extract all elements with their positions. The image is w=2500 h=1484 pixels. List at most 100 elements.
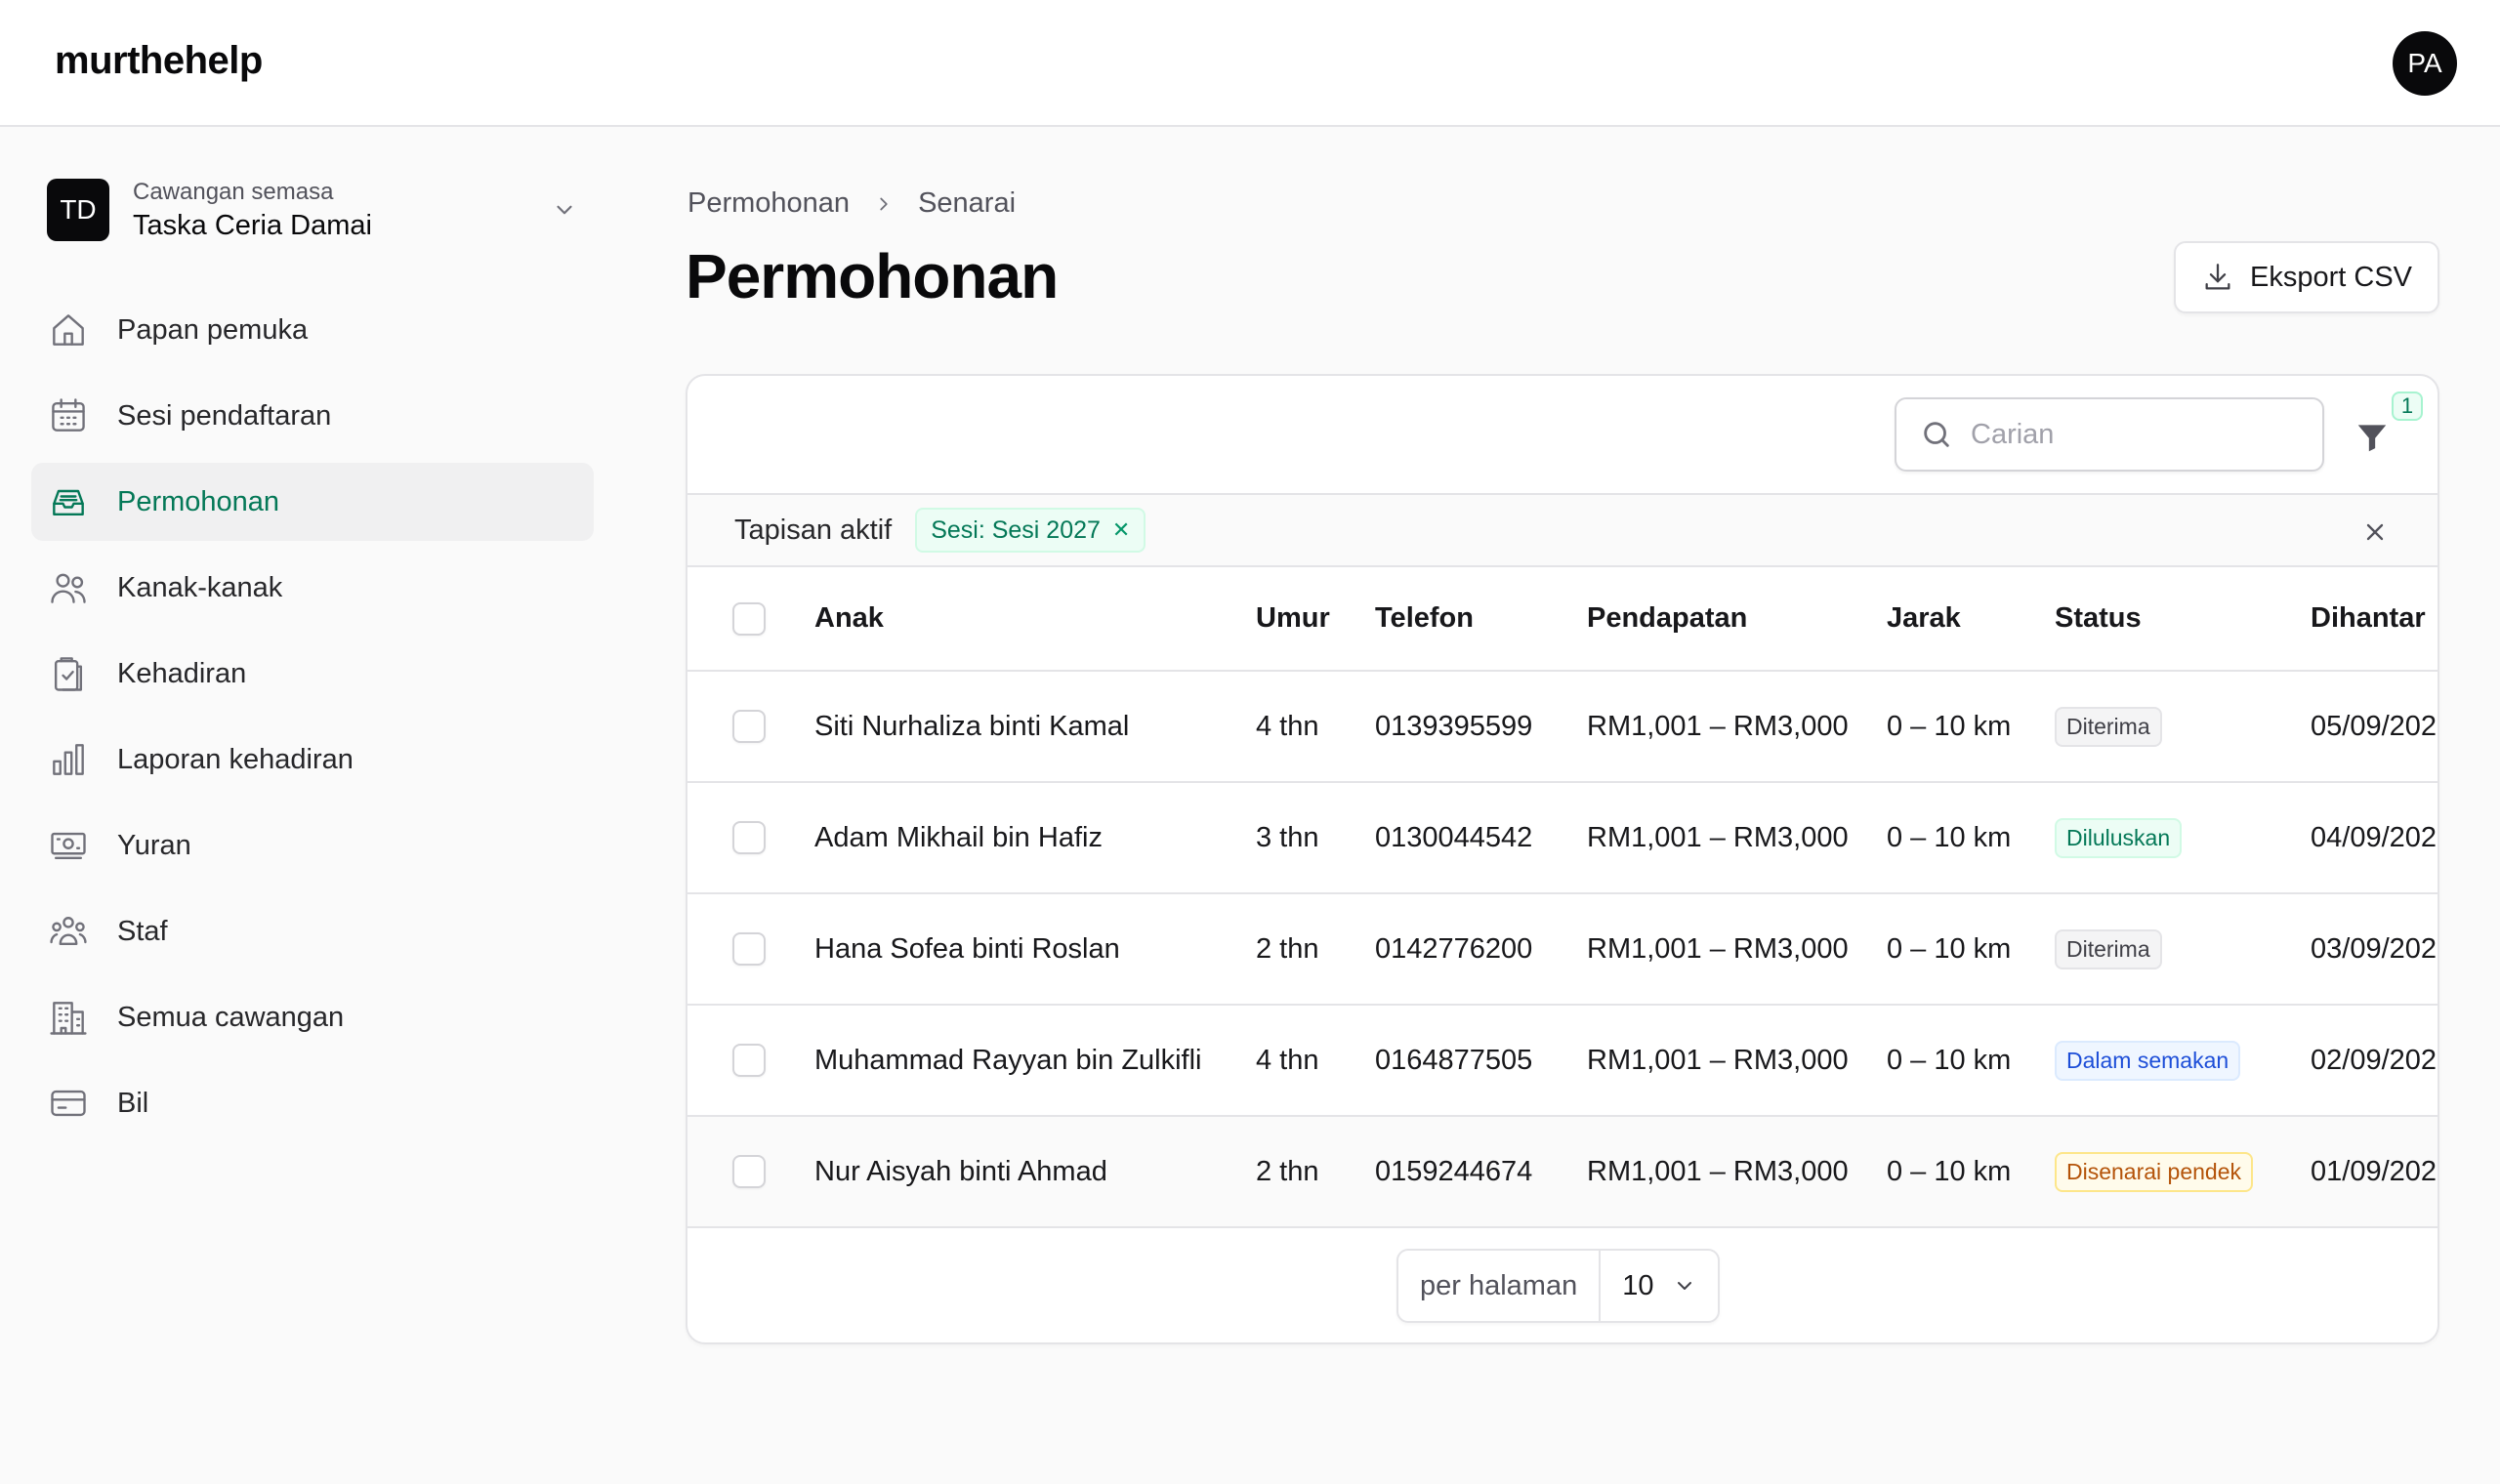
column-header-pendapatan[interactable]: Pendapatan (1587, 567, 1887, 671)
calendar-icon (47, 394, 90, 437)
sidebar-item-attendance[interactable]: Kehadiran (31, 635, 594, 713)
breadcrumb: Permohonan Senarai (688, 187, 1016, 220)
bar-chart-icon (47, 738, 90, 781)
sidebar-item-children[interactable]: Kanak-kanak (31, 549, 594, 627)
column-header-telefon[interactable]: Telefon (1375, 567, 1587, 671)
cell-anak[interactable]: Siti Nurhaliza binti Kamal (814, 671, 1256, 782)
branch-caption: Cawangan semasa (133, 178, 334, 205)
filter-chip-label: Sesi: Sesi 2027 (931, 515, 1101, 544)
per-page-value: 10 (1622, 1269, 1654, 1301)
cell-dihantar: 04/09/2025 (2311, 821, 2439, 853)
cell-dihantar: 02/09/2025 (2311, 1044, 2439, 1076)
column-header-dihantar[interactable]: Dihantar (2311, 567, 2438, 671)
cell-status: Diluluskan (2055, 782, 2311, 893)
sidebar-item-fees[interactable]: Yuran (31, 806, 594, 885)
breadcrumb-current: Senarai (918, 187, 1017, 219)
search-box[interactable] (1895, 397, 2324, 472)
status-badge: Diterima (2055, 928, 2162, 969)
table-row[interactable]: Nur Aisyah binti Ahmad 2 thn 0159244674 RM1… (688, 1116, 2439, 1227)
cell-anak[interactable]: Nur Aisyah binti Ahmad (814, 1116, 1256, 1227)
sidebar-item-label: Yuran (117, 829, 191, 861)
page-title: Permohonan (686, 241, 1059, 311)
branch-badge: TD (47, 179, 109, 241)
sidebar-item-billing[interactable]: Bil (31, 1064, 594, 1142)
user-avatar[interactable]: PA (2393, 31, 2457, 96)
cell-anak[interactable]: Muhammad Rayyan bin Zulkifli (814, 1005, 1256, 1116)
active-filters-bar: Tapisan aktif Sesi: Sesi 2027 ✕ (688, 495, 2438, 567)
users-icon (47, 566, 90, 609)
table-row[interactable]: Siti Nurhaliza binti Kamal 4 thn 013939559… (688, 671, 2439, 782)
row-checkbox[interactable] (732, 932, 766, 966)
cell-telefon: 0164877505 (1375, 1044, 1533, 1076)
top-bar: murthehelp PA (0, 0, 2500, 127)
cell-status: Dalam semakan (2055, 1005, 2311, 1116)
filter-button[interactable] (2348, 411, 2396, 464)
cell-umur: 4 thn (1256, 1044, 1319, 1076)
export-csv-button[interactable]: Eksport CSV (2174, 241, 2439, 313)
applications-table: Anak Umur Telefon Pendapatan Jarak Statu… (688, 567, 2439, 1228)
chevron-down-icon (1678, 1282, 1692, 1290)
per-page-label: per halaman (1398, 1251, 1602, 1321)
table-row[interactable]: Adam Mikhail bin Hafiz 3 thn 0130044542 RM1… (688, 782, 2439, 893)
sidebar-item-all-branches[interactable]: Semua cawangan (31, 978, 594, 1056)
table-header-row: Anak Umur Telefon Pendapatan Jarak Statu… (688, 567, 2438, 671)
sidebar: TD Cawangan semasa Taska Ceria Damai Pap… (0, 127, 625, 1484)
cell-pendapatan: RM1,001 – RM3,000 (1587, 1044, 1849, 1076)
column-header-status[interactable]: Status (2055, 567, 2311, 671)
sidebar-item-label: Bil (117, 1087, 149, 1119)
column-header-jarak[interactable]: Jarak (1887, 567, 2055, 671)
cell-pendapatan: RM1,001 – RM3,000 (1587, 932, 1849, 965)
per-page-select[interactable]: 10 (1601, 1251, 1718, 1321)
clear-filters-button[interactable] (2355, 513, 2395, 552)
cell-status: Diterima (2055, 893, 2311, 1005)
cell-jarak: 0 – 10 km (1887, 1044, 2012, 1076)
column-header-anak[interactable]: Anak (814, 567, 1256, 671)
download-icon (2205, 264, 2230, 290)
cell-dihantar: 05/09/2025 (2311, 710, 2439, 742)
cell-jarak: 0 – 10 km (1887, 932, 2012, 965)
cell-umur: 2 thn (1256, 1155, 1319, 1187)
remove-filter-icon[interactable]: ✕ (1112, 517, 1130, 543)
row-checkbox[interactable] (732, 821, 766, 854)
cell-anak[interactable]: Hana Sofea binti Roslan (814, 893, 1256, 1005)
sidebar-item-applications[interactable]: Permohonan (31, 463, 594, 541)
cell-jarak: 0 – 10 km (1887, 821, 2012, 853)
cell-telefon: 0142776200 (1375, 932, 1533, 965)
row-checkbox[interactable] (732, 1044, 766, 1077)
cell-telefon: 0139395599 (1375, 710, 1533, 742)
chevron-right-icon (873, 193, 895, 215)
team-icon (47, 910, 90, 953)
clipboard-check-icon (47, 652, 90, 695)
sidebar-item-label: Staf (117, 915, 168, 947)
table-row[interactable]: Muhammad Rayyan bin Zulkifli 4 thn 0164877… (688, 1005, 2439, 1116)
select-all-checkbox[interactable] (732, 601, 766, 636)
filter-chip: Sesi: Sesi 2027 ✕ (915, 508, 1146, 553)
banknote-icon (47, 824, 90, 867)
column-header-umur[interactable]: Umur (1256, 567, 1375, 671)
cell-dihantar: 01/09/2025 (2311, 1155, 2439, 1187)
app-logo[interactable]: murthehelp (55, 39, 263, 83)
table-body: Siti Nurhaliza binti Kamal 4 thn 013939559… (688, 671, 2439, 1227)
branch-switcher[interactable]: TD Cawangan semasa Taska Ceria Damai (47, 166, 594, 254)
cell-anak[interactable]: Adam Mikhail bin Hafiz (814, 782, 1256, 893)
sidebar-item-label: Permohonan (117, 485, 280, 517)
cell-umur: 3 thn (1256, 821, 1319, 853)
sidebar-item-label: Laporan kehadiran (117, 743, 354, 775)
search-icon (1924, 422, 1949, 447)
breadcrumb-parent[interactable]: Permohonan (688, 187, 850, 220)
cell-telefon: 0130044542 (1375, 821, 1533, 853)
table-row[interactable]: Hana Sofea binti Roslan 2 thn 0142776200 RM… (688, 893, 2438, 1005)
sidebar-item-registration-sessions[interactable]: Sesi pendaftaran (31, 377, 594, 455)
status-badge: Disenarai pendek (2055, 1151, 2254, 1192)
table-toolbar: 1 (688, 376, 2438, 495)
home-icon (47, 309, 90, 351)
row-checkbox[interactable] (732, 710, 766, 743)
sidebar-item-staff[interactable]: Staf (31, 892, 594, 970)
row-checkbox[interactable] (732, 1155, 766, 1188)
status-badge: Dalam semakan (2055, 1040, 2241, 1081)
sidebar-item-dashboard[interactable]: Papan pemuka (31, 291, 594, 369)
cell-status: Disenarai pendek (2055, 1116, 2311, 1227)
cell-umur: 4 thn (1256, 710, 1319, 742)
search-input[interactable] (1971, 418, 2293, 451)
sidebar-item-attendance-report[interactable]: Laporan kehadiran (31, 721, 594, 799)
